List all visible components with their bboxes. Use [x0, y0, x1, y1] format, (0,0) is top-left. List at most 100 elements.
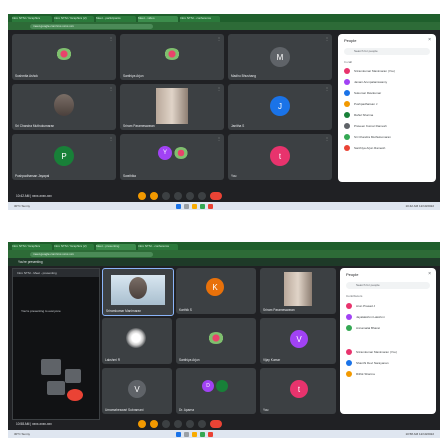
meeting-info: 10:58 AM | xxxx-xxxx-xxx: [16, 422, 52, 426]
windows-start-icon[interactable]: [175, 431, 181, 437]
participant-row[interactable]: Sriramkumar Manimaran (You): [344, 67, 395, 75]
leave-call-button[interactable]: [210, 192, 222, 200]
more-options-icon[interactable]: ⋮: [109, 36, 113, 41]
participant-row[interactable]: Janani Arunpalaniswamy: [344, 78, 387, 86]
participant-tile[interactable]: J ⋮ Janitha S: [228, 84, 332, 130]
participant-tile[interactable]: Santhiya Arjun: [176, 318, 256, 364]
participant-tile[interactable]: ⋮ Sriram Parameswaran: [120, 84, 224, 130]
shared-screen: Intro NTSI - Meet - presenting You're pr…: [12, 268, 100, 420]
chrome-icon[interactable]: [199, 431, 205, 437]
captions-button[interactable]: [162, 420, 170, 428]
speaker-face: [129, 277, 147, 299]
weather-widget[interactable]: 30°C Sunny: [14, 204, 174, 208]
close-icon[interactable]: ×: [428, 37, 431, 43]
more-options-button[interactable]: [198, 192, 206, 200]
participant-row[interactable]: Sukumar Ravikumar: [344, 89, 381, 97]
participant-row[interactable]: Rithik Sharma: [346, 370, 375, 378]
camera-button[interactable]: [150, 420, 158, 428]
more-options-icon[interactable]: ⋮: [217, 136, 221, 141]
participant-tile[interactable]: V Vijay Kumar: [260, 318, 336, 364]
present-button[interactable]: [186, 192, 194, 200]
participant-tile[interactable]: Sriram Parameswaran: [260, 268, 336, 314]
search-input[interactable]: Search for people: [346, 282, 430, 289]
participant-row[interactable]: Arun Prasad J: [346, 302, 375, 310]
mic-button[interactable]: [138, 192, 146, 200]
avatar: J: [270, 96, 290, 116]
participant-row[interactable]: Jayalakshmi Lakshmi: [346, 313, 385, 321]
participant-tile[interactable]: Y ⋮ Swathika: [120, 134, 224, 180]
captions-button[interactable]: [162, 192, 170, 200]
participant-name: Lakshmi R: [105, 358, 121, 362]
more-options-icon[interactable]: ⋮: [217, 36, 221, 41]
windows-start-icon[interactable]: [175, 203, 181, 209]
mic-button[interactable]: [138, 420, 146, 428]
participant-tile[interactable]: D Dr. Aparna: [176, 368, 256, 414]
participant-name: Sri Chandra Muthukumaran: [15, 124, 55, 128]
avatar: [346, 303, 352, 309]
participant-row[interactable]: Praveen Kumar Ramesh: [344, 122, 387, 130]
participant-tile[interactable]: Lakshmi R: [102, 318, 172, 364]
participant-row[interactable]: Shanthi Devi Narayanan: [346, 359, 389, 367]
participant-name: Sriram Parameswaran: [263, 308, 295, 312]
people-panel: People × Search for people In call Srira…: [338, 34, 436, 182]
avatar: Y: [158, 146, 172, 160]
app-icon[interactable]: [207, 203, 213, 209]
avatar: [344, 134, 350, 140]
presenting-banner: You're presenting: [8, 258, 440, 266]
avatar: t: [290, 380, 308, 398]
participant-name: Santhiya Arjun: [123, 74, 144, 78]
chrome-icon[interactable]: [199, 203, 205, 209]
avatar: [346, 349, 352, 355]
url-field[interactable]: meet.google.com/xxx-xxxx-xxx: [30, 23, 153, 29]
participant-row[interactable]: Sri Chandra Muthukumaran: [344, 133, 391, 141]
participant-row[interactable]: Sriramkumar Manimaran (You): [346, 348, 397, 356]
more-options-icon[interactable]: ⋮: [109, 86, 113, 91]
more-options-icon[interactable]: ⋮: [325, 36, 329, 41]
weather-widget[interactable]: 30°C Sunny: [14, 432, 174, 436]
search-icon[interactable]: [183, 431, 189, 437]
participant-row[interactable]: Pushpadharsan J: [344, 100, 377, 108]
participant-tile[interactable]: P ⋮ Pushpadharsan Jayapal: [12, 134, 116, 180]
search-icon[interactable]: [183, 203, 189, 209]
participant-tile[interactable]: V Umamaheswari Subramani: [102, 368, 172, 414]
folder-icon[interactable]: [191, 431, 197, 437]
more-options-icon[interactable]: ⋮: [109, 136, 113, 141]
more-options-icon[interactable]: ⋮: [325, 86, 329, 91]
participant-tile[interactable]: K Karthik S: [176, 268, 256, 314]
participant-row[interactable]: Santhiya Arjun Ramesh: [344, 144, 385, 152]
leave-call-button[interactable]: [210, 420, 222, 428]
panel-title: People: [344, 38, 357, 43]
participant-tile[interactable]: t ⋮ You: [228, 134, 332, 180]
participant-tile[interactable]: ⋮ Santhiya Arjun: [120, 34, 224, 80]
address-bar[interactable]: meet.google.com/xxx-xxxx-xxx: [8, 22, 440, 30]
url-field[interactable]: meet.google.com/xxx-xxxx-xxx: [30, 251, 153, 257]
participant-row[interactable]: Rahul Sharma: [344, 111, 373, 119]
participant-name: Sriramkumar Manimaran: [106, 309, 142, 313]
close-icon[interactable]: ×: [428, 271, 431, 277]
participant-row[interactable]: Annamalai Bharat: [346, 324, 380, 332]
flower-avatar-icon: [56, 48, 72, 60]
raise-hand-button[interactable]: [174, 420, 182, 428]
participant-tile[interactable]: M ⋮ Madhu Bhushang: [228, 34, 332, 80]
present-button[interactable]: [186, 420, 194, 428]
raise-hand-button[interactable]: [174, 192, 182, 200]
participant-name: Dr. Aparna: [179, 408, 195, 412]
folder-icon[interactable]: [191, 203, 197, 209]
participant-name: Sriram Parameswaran: [123, 124, 155, 128]
more-options-icon[interactable]: ⋮: [217, 86, 221, 91]
search-input[interactable]: Search for people: [344, 48, 430, 55]
participant-tile[interactable]: t You: [260, 368, 336, 414]
video-feed: [156, 88, 188, 124]
more-options-button[interactable]: [198, 420, 206, 428]
more-options-icon[interactable]: ⋮: [325, 136, 329, 141]
camera-button[interactable]: [150, 192, 158, 200]
thumbnail: [41, 359, 61, 375]
section-label: Contributors: [346, 294, 363, 298]
address-bar[interactable]: meet.google.com/xxx-xxxx-xxx: [8, 250, 440, 258]
participant-tile[interactable]: Sriramkumar Manimaran: [102, 268, 174, 316]
avatar: [344, 68, 350, 74]
participant-tile[interactable]: ⋮ Sushmita Ashok: [12, 34, 116, 80]
participant-tile[interactable]: ⋮ Sri Chandra Muthukumaran: [12, 84, 116, 130]
avatar: M: [270, 47, 290, 67]
app-icon[interactable]: [207, 431, 213, 437]
